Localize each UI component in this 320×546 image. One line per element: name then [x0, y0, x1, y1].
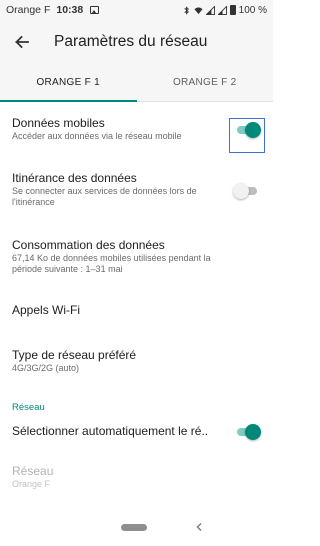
data-usage-summary: 67,14 Ko de données mobiles utilisées pe… — [12, 253, 211, 274]
status-time: 10:38 — [56, 4, 84, 16]
network-row: Réseau Orange F — [0, 452, 273, 500]
wifi-icon — [194, 6, 203, 14]
mobile-data-summary: Accéder aux données via le réseau mobile — [12, 131, 182, 141]
image-notification-icon — [90, 6, 100, 14]
settings-list: Données mobiles Accéder aux données via … — [0, 103, 273, 500]
page-title: Paramètres du réseau — [54, 33, 208, 50]
signal-2-icon — [217, 5, 227, 15]
switch-thumb — [245, 122, 261, 138]
data-usage-title: Consommation des données — [12, 238, 165, 252]
network-summary: Orange F — [12, 479, 51, 489]
wifi-calling-title: Appels Wi-Fi — [12, 303, 81, 317]
battery-icon — [229, 5, 236, 15]
app-bar: Paramètres du réseau — [0, 20, 273, 64]
switch-thumb — [233, 183, 249, 199]
navigation-bar — [0, 510, 273, 546]
battery-level: 100 % — [238, 4, 267, 16]
roaming-row[interactable]: Itinérance des données Se connecter aux … — [0, 159, 273, 226]
data-usage-row[interactable]: Consommation des données 67,14 Ko de don… — [0, 226, 273, 294]
carrier-name: Orange F — [6, 4, 51, 16]
status-right: 100 % — [182, 5, 267, 16]
network-type-row[interactable]: Type de réseau préféré 4G/3G/2G (auto) — [0, 334, 273, 389]
tab-orange-f-1[interactable]: ORANGE F 1 — [0, 64, 137, 102]
status-left: Orange F 10:38 — [6, 4, 100, 16]
nav-back-icon[interactable] — [193, 520, 205, 534]
auto-select-title: Sélectionner automatiquement le ré.. — [12, 424, 209, 438]
roaming-switch[interactable] — [233, 183, 259, 199]
auto-select-switch[interactable] — [235, 424, 261, 440]
mobile-data-title: Données mobiles — [12, 116, 105, 130]
home-button[interactable] — [121, 524, 147, 531]
wifi-calling-row[interactable]: Appels Wi-Fi — [0, 294, 273, 334]
network-type-summary: 4G/3G/2G (auto) — [12, 363, 80, 373]
sim-tabs: ORANGE F 1 ORANGE F 2 — [0, 64, 273, 102]
status-bar: Orange F 10:38 100 % — [0, 0, 273, 20]
network-section-header: Réseau — [12, 402, 45, 413]
roaming-summary: Se connecter aux services de données lor… — [12, 186, 197, 207]
network-type-title: Type de réseau préféré — [12, 348, 137, 362]
mobile-data-row[interactable]: Données mobiles Accéder aux données via … — [0, 103, 273, 159]
signal-1-icon — [205, 5, 215, 15]
tab-orange-f-2[interactable]: ORANGE F 2 — [137, 64, 274, 101]
bluetooth-icon — [184, 5, 189, 15]
roaming-title: Itinérance des données — [12, 171, 137, 185]
network-title: Réseau — [12, 464, 54, 478]
back-button[interactable] — [0, 20, 44, 64]
switch-thumb — [245, 424, 261, 440]
mobile-data-switch[interactable] — [235, 122, 261, 138]
auto-select-row[interactable]: Sélectionner automatiquement le ré.. — [0, 409, 273, 452]
arrow-back-icon — [15, 35, 29, 49]
